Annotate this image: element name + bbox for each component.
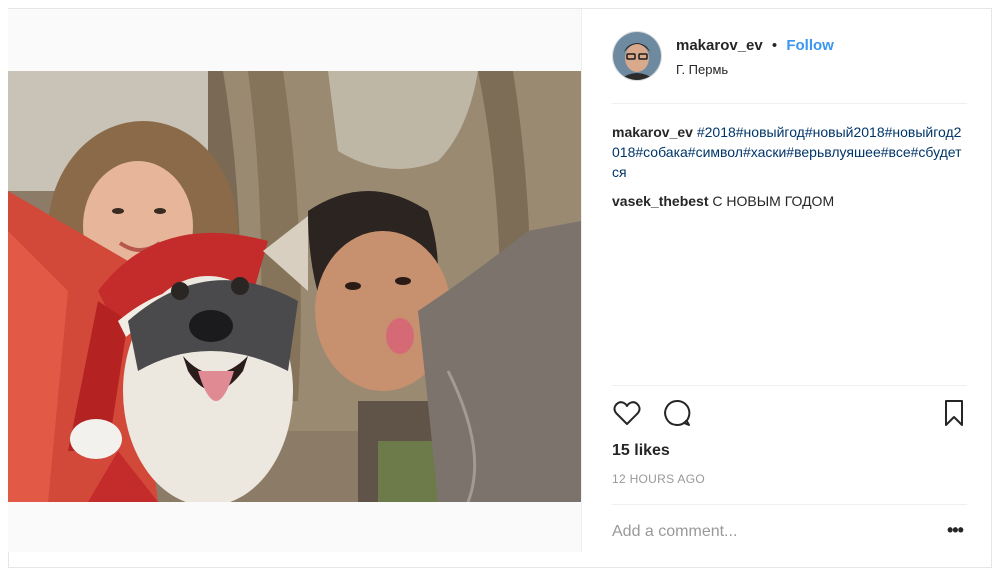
speech-bubble-icon[interactable] <box>662 398 692 428</box>
post-photo[interactable] <box>8 71 581 502</box>
actions-divider <box>612 385 967 386</box>
follow-button[interactable]: Follow <box>786 37 834 54</box>
separator-dot: • <box>771 37 778 54</box>
avatar[interactable] <box>612 31 662 81</box>
header-divider <box>612 103 967 104</box>
post-header: makarov_ev • Follow Г. Пермь <box>612 31 967 81</box>
bookmark-icon[interactable] <box>939 398 969 428</box>
post-timestamp: 12 HOURS AGO <box>612 472 705 486</box>
comment-item: vasek_thebest С НОВЫМ ГОДОМ <box>612 191 964 211</box>
comment-username[interactable]: vasek_thebest <box>612 193 709 209</box>
post-username[interactable]: makarov_ev <box>676 37 763 54</box>
post-side-panel: makarov_ev • Follow Г. Пермь makarov_ev … <box>581 9 992 552</box>
comment-text: С НОВЫМ ГОДОМ <box>712 193 835 209</box>
comment-username[interactable]: makarov_ev <box>612 124 693 140</box>
add-comment-input[interactable] <box>612 521 942 543</box>
username-row: makarov_ev • Follow <box>676 37 834 54</box>
action-bar <box>612 398 967 428</box>
comments-list: makarov_ev #2018#новыйгод#новый2018#новы… <box>612 122 964 220</box>
comment-input-divider <box>612 504 967 505</box>
heart-outline-icon[interactable] <box>612 398 642 428</box>
comment-item: makarov_ev #2018#новыйгод#новый2018#новы… <box>612 122 964 182</box>
likes-count[interactable]: 15 likes <box>612 442 670 460</box>
post-location[interactable]: Г. Пермь <box>676 62 728 77</box>
more-options-icon[interactable]: ••• <box>947 520 964 541</box>
